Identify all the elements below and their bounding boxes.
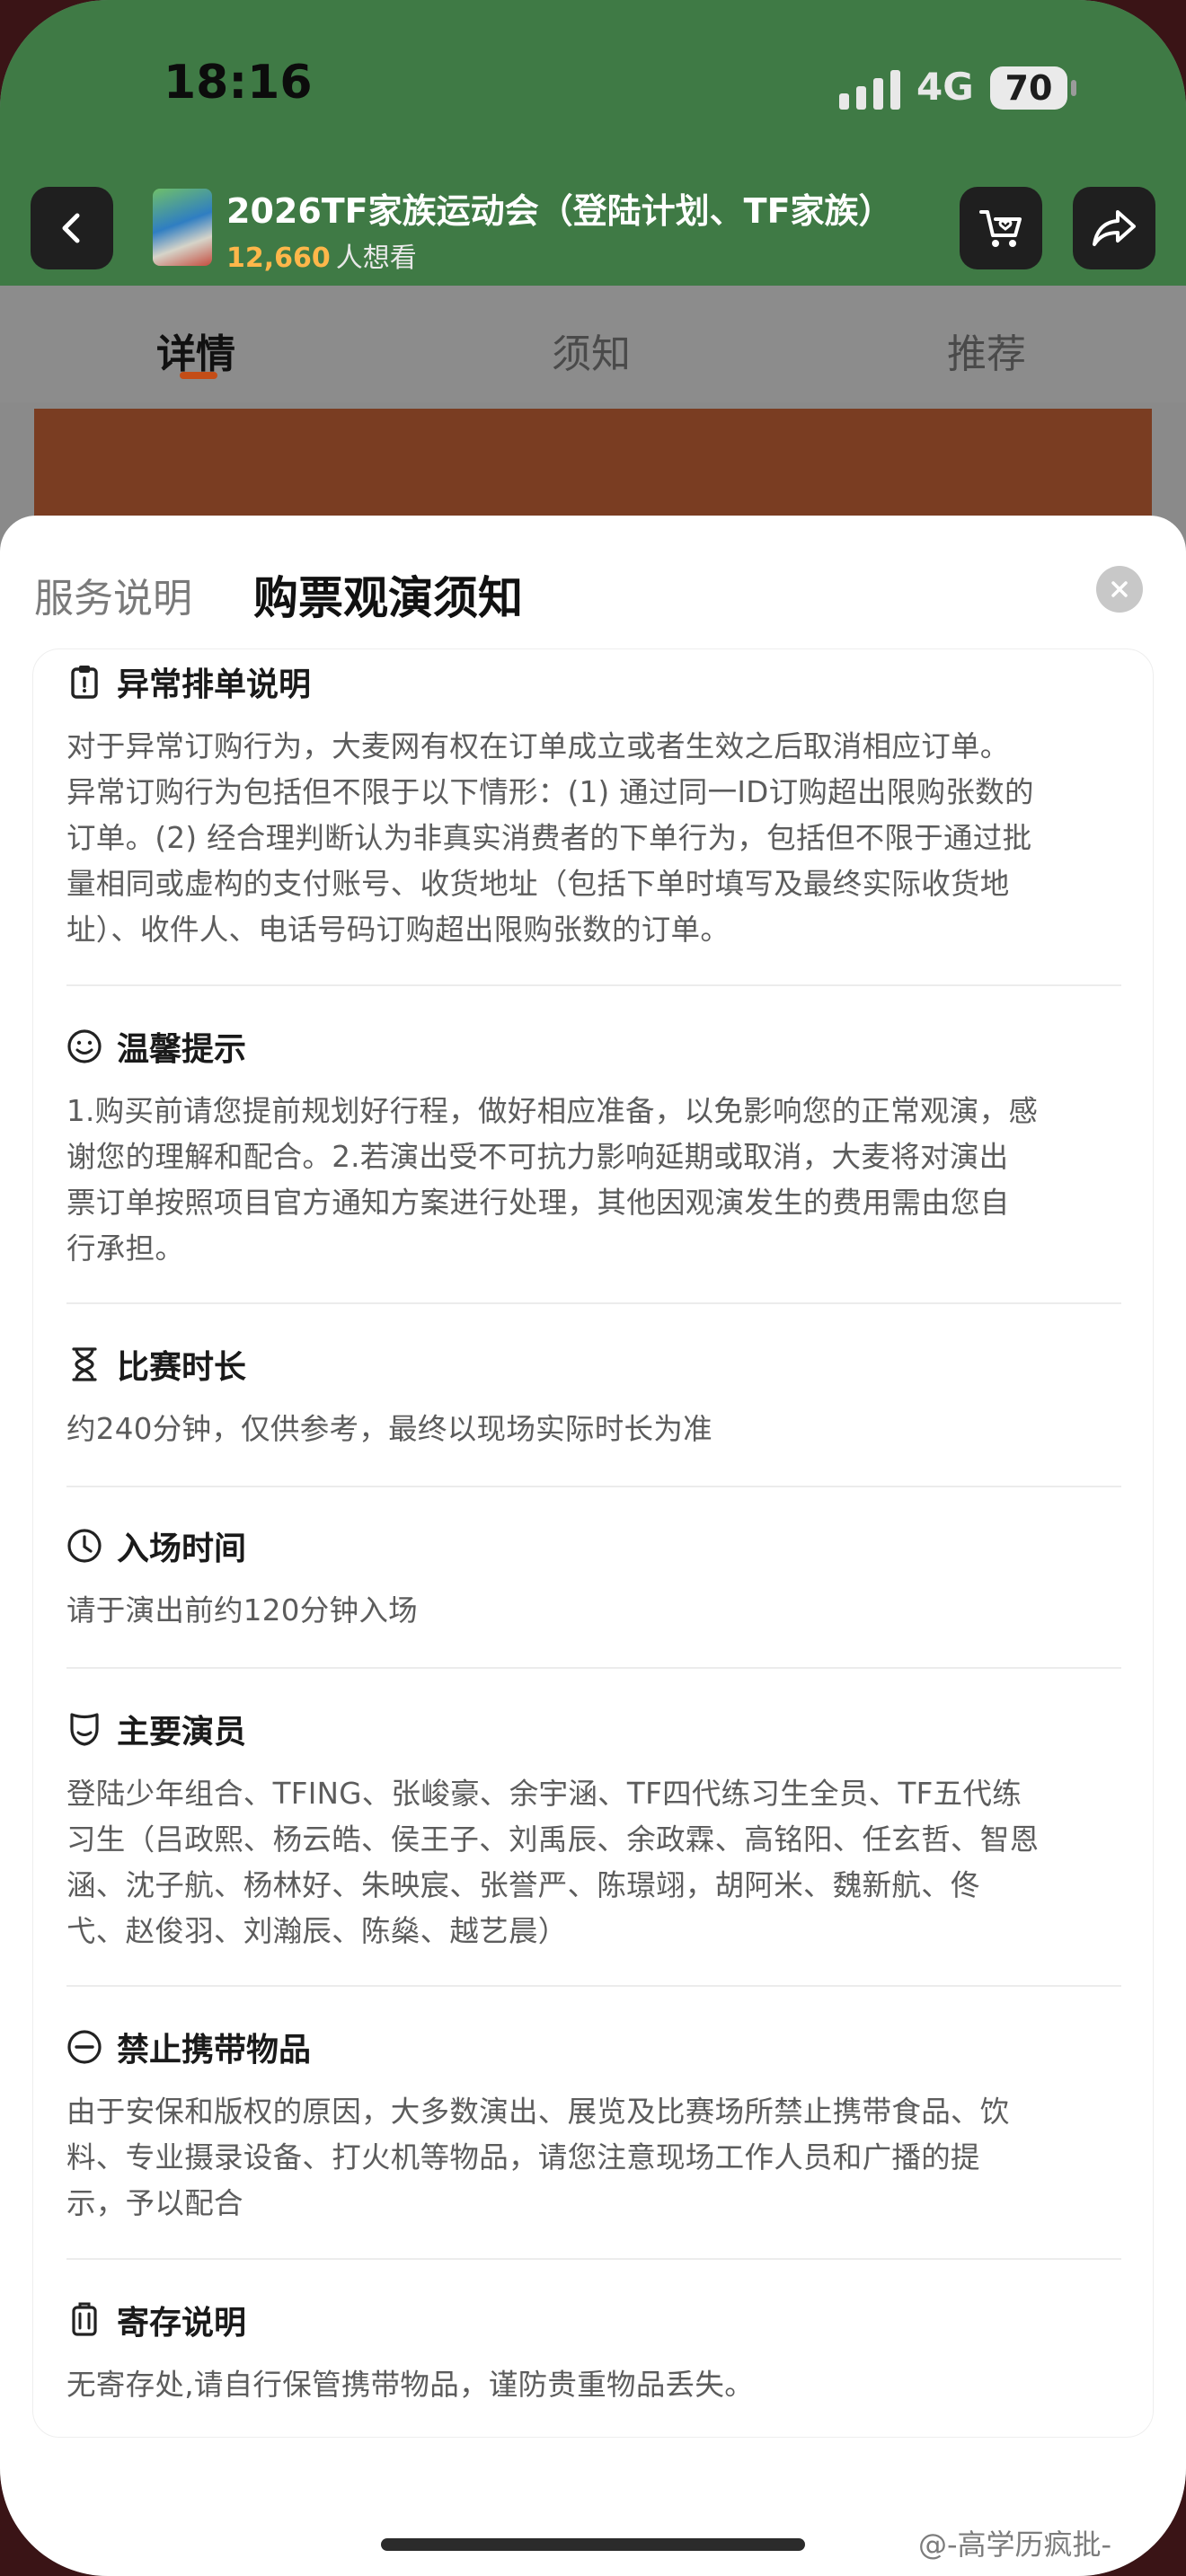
tab-details[interactable]: 详情 bbox=[156, 322, 235, 379]
home-indicator[interactable] bbox=[381, 2538, 805, 2551]
section-line: 行承担。 bbox=[66, 1231, 185, 1266]
section-line: 请于演出前约120分钟入场 bbox=[66, 1593, 418, 1628]
cart-heart-icon bbox=[979, 210, 1022, 247]
close-button[interactable] bbox=[1096, 566, 1143, 613]
status-time: 18:16 bbox=[164, 56, 313, 110]
divider bbox=[66, 1486, 1121, 1487]
want-label: 人想看 bbox=[335, 243, 417, 274]
network-type: 4G bbox=[916, 65, 974, 109]
divider bbox=[66, 1302, 1121, 1304]
section-main-cast: 主要演员 登陆少年组合、TFING、张峻豪、余宇涵、TF四代练习生全员、TF五代… bbox=[66, 1707, 1127, 1954]
close-icon bbox=[1111, 581, 1128, 597]
phone-screen: 18:16 4G 70 2026TF家族运动会（登陆计划、TF家族） 12,66… bbox=[0, 0, 1186, 2576]
section-title: 比赛时长 bbox=[117, 1349, 247, 1386]
mask-icon bbox=[66, 1711, 102, 1747]
section-line: 对于异常订购行为，大麦网有权在订单成立或者生效之后取消相应订单。 bbox=[66, 729, 1010, 763]
section-title: 异常排单说明 bbox=[117, 666, 312, 703]
divider bbox=[66, 1667, 1121, 1669]
section-title: 主要演员 bbox=[117, 1714, 247, 1751]
clipboard-icon bbox=[66, 664, 102, 700]
section-duration: 比赛时长 约240分钟，仅供参考，最终以现场实际时长为准 bbox=[66, 1342, 1127, 1452]
section-body: 1.购买前请您提前规划好行程，做好相应准备，以免影响您的正常观演，感 谢您的理解… bbox=[66, 1089, 1127, 1272]
notice-bottom-sheet: 服务说明 购票观演须知 异常排单说明 对于异常订购行为，大麦网有权在订单成立或者… bbox=[0, 516, 1186, 2576]
section-entry-time: 入场时间 请于演出前约120分钟入场 bbox=[66, 1523, 1127, 1634]
section-line: 1.购买前请您提前规划好行程，做好相应准备，以免影响您的正常观演，感 bbox=[66, 1094, 1039, 1128]
watermark-text: @-高学历疯批- bbox=[918, 2527, 1112, 2562]
active-tab-indicator bbox=[180, 372, 217, 379]
section-line: 示，予以配合 bbox=[66, 2186, 243, 2220]
section-line: 址）、收件人、电话号码订购超出限购张数的订单。 bbox=[66, 913, 730, 947]
section-line: 料、专业摄录设备、打火机等物品，请您注意现场工作人员和广播的提 bbox=[66, 2140, 980, 2175]
section-line: 量相同或虚构的支付账号、收货地址（包括下单时填写及最终实际收货地 bbox=[66, 867, 1010, 901]
no-entry-icon bbox=[66, 2029, 102, 2065]
event-banner bbox=[34, 409, 1152, 516]
section-prohibited-items: 禁止携带物品 由于安保和版权的原因，大多数演出、展览及比赛场所禁止携带食品、饮 … bbox=[66, 2025, 1127, 2227]
want-count-line: 12,660 人想看 bbox=[226, 235, 417, 275]
section-body: 请于演出前约120分钟入场 bbox=[66, 1588, 1127, 1634]
section-body: 无寄存处,请自行保管携带物品，谨防贵重物品丢失。 bbox=[66, 2362, 1127, 2408]
section-title: 禁止携带物品 bbox=[117, 2032, 312, 2069]
divider bbox=[66, 984, 1121, 986]
divider bbox=[66, 2258, 1121, 2260]
section-line: 涵、沈子航、杨林好、朱映宸、张誉严、陈璟翊，胡阿米、魏新航、佟 bbox=[66, 1868, 980, 1902]
section-line: 异常订购行为包括但不限于以下情形：(1) 通过同一ID订购超出限购张数的 bbox=[66, 775, 1034, 809]
section-storage: 寄存说明 无寄存处,请自行保管携带物品，谨防贵重物品丢失。 bbox=[66, 2298, 1127, 2408]
clock-icon bbox=[66, 1528, 102, 1564]
section-line: 无寄存处,请自行保管携带物品，谨防贵重物品丢失。 bbox=[66, 2368, 755, 2402]
divider bbox=[66, 1985, 1121, 1987]
section-body: 约240分钟，仅供参考，最终以现场实际时长为准 bbox=[66, 1407, 1127, 1452]
section-title: 温馨提示 bbox=[117, 1031, 247, 1068]
section-body: 登陆少年组合、TFING、张峻豪、余宇涵、TF四代练习生全员、TF五代练 习生（… bbox=[66, 1771, 1127, 1954]
sheet-tab-ticket-notice[interactable]: 购票观演须知 bbox=[253, 562, 523, 627]
section-line: 谢您的理解和配合。2.若演出受不可抗力影响延期或取消，大麦将对演出 bbox=[66, 1140, 1009, 1174]
locker-icon bbox=[66, 2302, 102, 2338]
battery-indicator: 70 bbox=[990, 66, 1076, 110]
section-title: 入场时间 bbox=[117, 1531, 247, 1567]
section-abnormal-orders: 异常排单说明 对于异常订购行为，大麦网有权在订单成立或者生效之后取消相应订单。 … bbox=[66, 659, 1127, 953]
event-poster-thumbnail bbox=[153, 189, 212, 266]
want-count: 12,660 bbox=[226, 243, 331, 274]
chevron-left-icon bbox=[62, 213, 80, 243]
share-icon bbox=[1093, 210, 1136, 246]
section-line: 约240分钟，仅供参考，最终以现场实际时长为准 bbox=[66, 1412, 712, 1446]
header-bar: 18:16 4G 70 2026TF家族运动会（登陆计划、TF家族） 12,66… bbox=[0, 0, 1186, 286]
section-line: 票订单按照项目官方通知方案进行处理，其他因观演发生的费用需由您自 bbox=[66, 1186, 1010, 1220]
sheet-tab-service-info[interactable]: 服务说明 bbox=[34, 566, 192, 623]
back-button[interactable] bbox=[31, 187, 113, 269]
section-line: 弋、赵俊羽、刘瀚辰、陈燊、越艺晨） bbox=[66, 1914, 568, 1948]
section-line: 由于安保和版权的原因，大多数演出、展览及比赛场所禁止携带食品、饮 bbox=[66, 2095, 1010, 2129]
signal-icon bbox=[839, 70, 900, 110]
event-title: 2026TF家族运动会（登陆计划、TF家族） bbox=[226, 191, 893, 231]
section-body: 对于异常订购行为，大麦网有权在订单成立或者生效之后取消相应订单。 异常订购行为包… bbox=[66, 724, 1127, 953]
section-line: 习生（吕政熙、杨云皓、侯王子、刘禹辰、余政霖、高铭阳、任玄哲、智恩 bbox=[66, 1822, 1040, 1857]
section-body: 由于安保和版权的原因，大多数演出、展览及比赛场所禁止携带食品、饮 料、专业摄录设… bbox=[66, 2089, 1127, 2227]
section-title: 寄存说明 bbox=[117, 2305, 247, 2342]
section-line: 登陆少年组合、TFING、张峻豪、余宇涵、TF四代练习生全员、TF五代练 bbox=[66, 1777, 1022, 1811]
smile-icon bbox=[66, 1028, 102, 1064]
section-tips: 温馨提示 1.购买前请您提前规划好行程，做好相应准备，以免影响您的正常观演，感 … bbox=[66, 1024, 1127, 1272]
tab-notice[interactable]: 须知 bbox=[552, 322, 631, 379]
cart-button[interactable] bbox=[960, 187, 1042, 269]
section-line: 订单。(2) 经合理判断认为非真实消费者的下单行为，包括但不限于通过批 bbox=[66, 821, 1032, 855]
tab-recommend[interactable]: 推荐 bbox=[947, 322, 1026, 379]
share-button[interactable] bbox=[1073, 187, 1155, 269]
hourglass-icon bbox=[66, 1346, 102, 1382]
